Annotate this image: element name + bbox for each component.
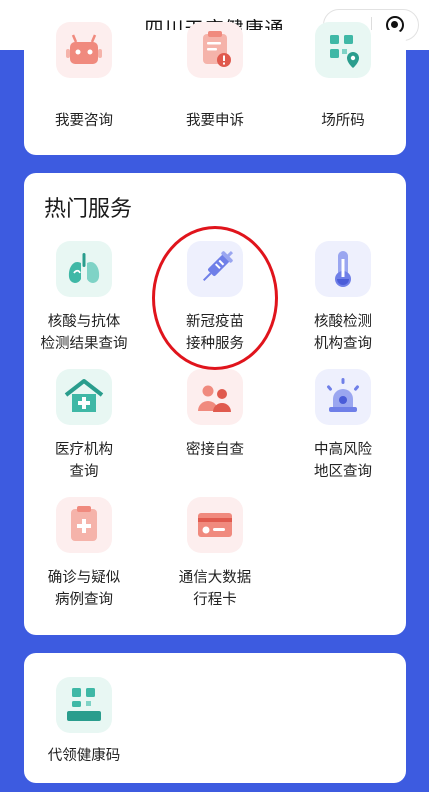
vaccine-service-label: 新冠疫苗 接种服务 <box>160 311 270 355</box>
label-line: 中高风险 <box>314 442 372 458</box>
medical-clipboard-icon <box>56 497 112 553</box>
quick-actions-card: 我要咨询 我要申诉 场所码 <box>24 22 406 155</box>
medical-institution-label: 医疗机构 查询 <box>29 439 139 483</box>
label-line: 行程卡 <box>193 592 237 608</box>
label-line: 新冠疫苗 <box>186 314 244 330</box>
thermometer-icon <box>315 241 371 297</box>
robot-icon <box>56 22 112 78</box>
label-line: 密接自查 <box>186 442 244 458</box>
lungs-icon <box>56 241 112 297</box>
label-line: 核酸与抗体 <box>47 314 121 330</box>
label-line: 机构查询 <box>314 336 372 352</box>
complaint-label: 我要申诉 <box>186 113 244 129</box>
label-line: 核酸检测 <box>314 314 372 330</box>
alarm-light-icon <box>315 369 371 425</box>
consult-label: 我要咨询 <box>55 113 113 129</box>
risk-area-label: 中高风险 地区查询 <box>288 439 398 483</box>
travel-card-icon <box>187 497 243 553</box>
nucleic-test-institution-label: 核酸检测 机构查询 <box>288 311 398 355</box>
hot-services-title: 热门服务 <box>44 197 133 222</box>
hot-services-card: 热门服务 核酸与抗体 检测结果查询 新冠疫苗 接种服务 核酸检测 机构查询 医疗… <box>24 173 406 635</box>
label-line: 通信大数据 <box>178 570 252 586</box>
label-line: 查询 <box>69 464 99 480</box>
venue-qr-location-icon <box>315 22 371 78</box>
proxy-health-code-card: 代领健康码 <box>24 653 406 783</box>
qr-scan-icon <box>56 677 112 733</box>
hospital-icon <box>56 369 112 425</box>
label-line: 确诊与疑似 <box>47 570 121 586</box>
nucleic-antibody-result-label: 核酸与抗体 检测结果查询 <box>29 311 139 355</box>
venue-code-label: 场所码 <box>321 113 365 129</box>
complaint-clipboard-icon <box>187 22 243 78</box>
confirmed-case-label: 确诊与疑似 病例查询 <box>29 567 139 611</box>
label-line: 地区查询 <box>314 464 372 480</box>
close-contact-check-label: 密接自查 <box>160 439 270 461</box>
label-line: 检测结果查询 <box>40 336 128 352</box>
syringe-icon <box>187 241 243 297</box>
label-line: 医疗机构 <box>55 442 113 458</box>
label-line: 病例查询 <box>55 592 113 608</box>
proxy-health-code-label: 代领健康码 <box>47 748 121 764</box>
travel-card-label: 通信大数据 行程卡 <box>160 567 270 611</box>
label-line: 接种服务 <box>186 336 244 352</box>
close-contact-people-icon <box>187 369 243 425</box>
